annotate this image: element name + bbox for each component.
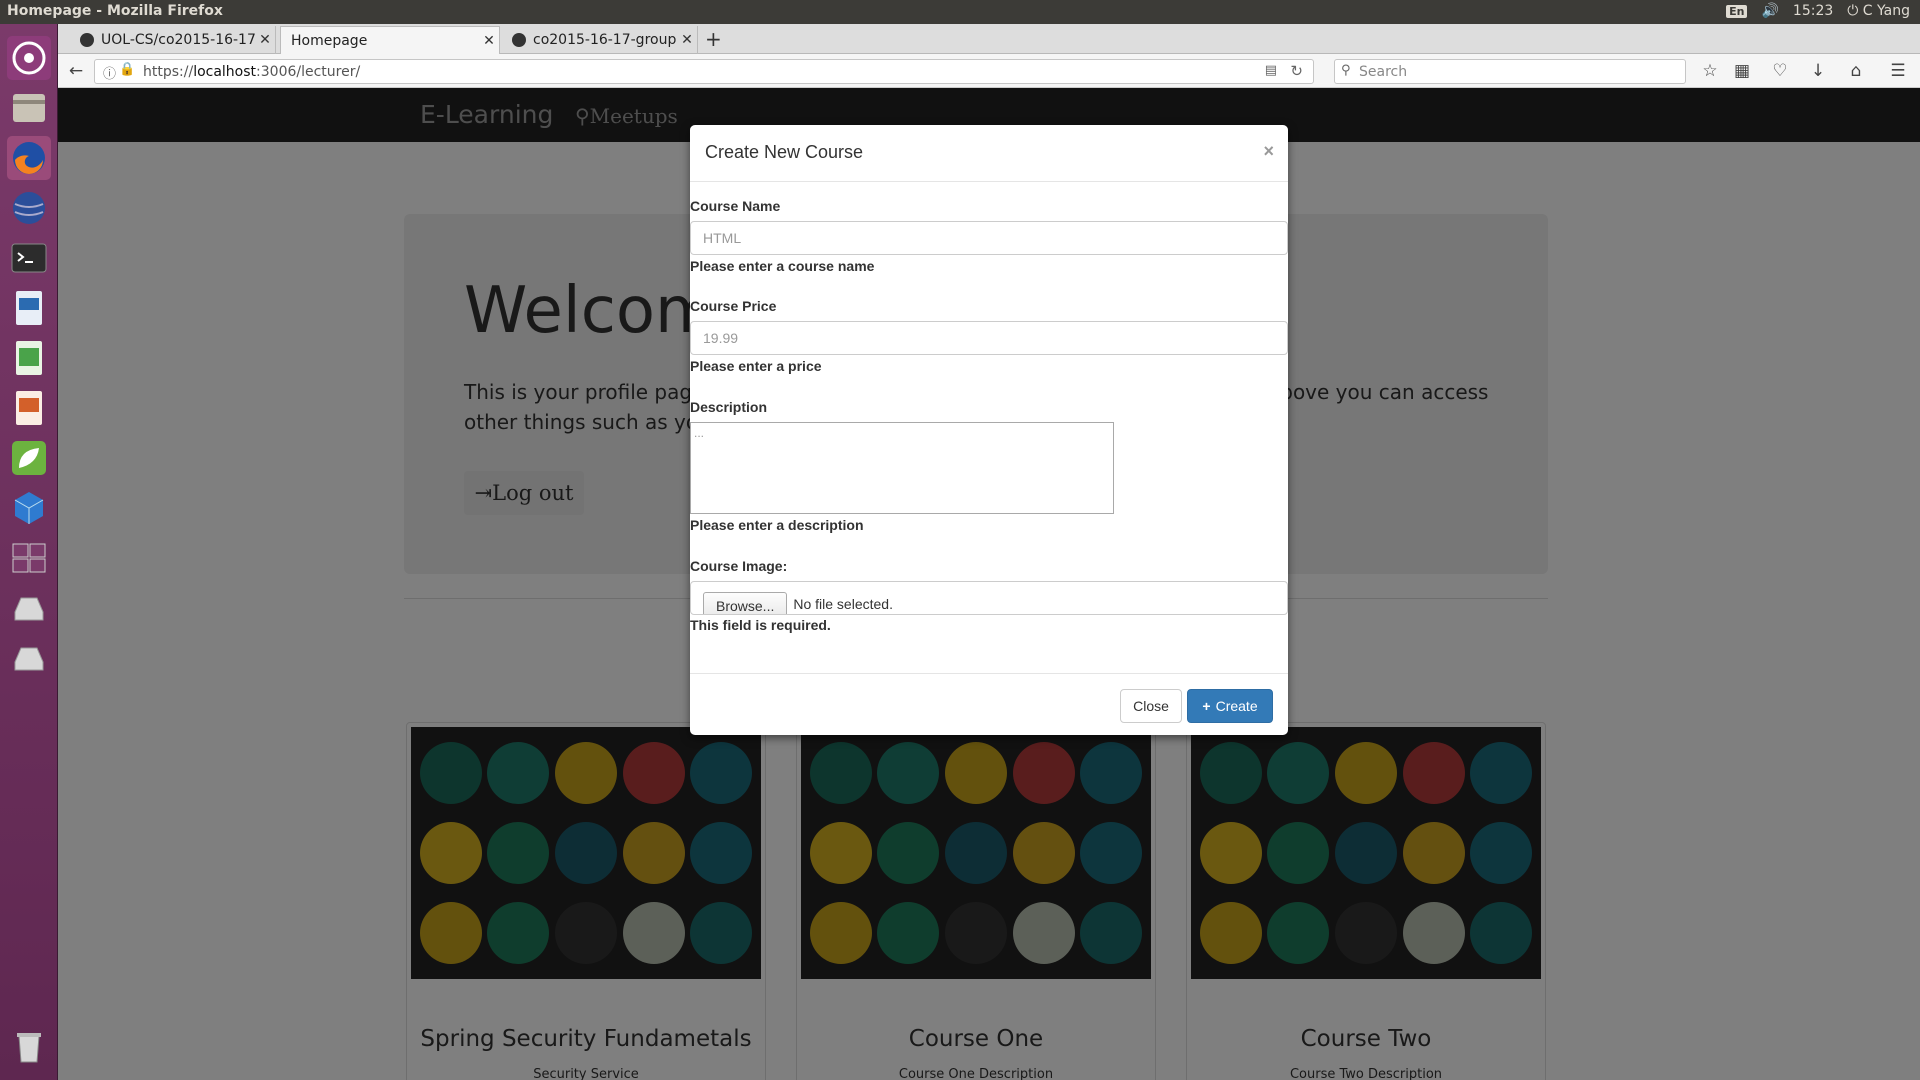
drive-icon[interactable]: [7, 586, 51, 630]
window-title: Homepage - Mozilla Firefox: [7, 3, 223, 19]
github-icon: [512, 33, 526, 47]
bookmarks-menu-icon[interactable]: ▦: [1730, 59, 1754, 83]
pocket-icon[interactable]: ♡: [1768, 59, 1792, 83]
virtualbox-icon[interactable]: [7, 486, 51, 530]
bookmark-star-icon[interactable]: ☆: [1698, 59, 1722, 83]
course-name-input[interactable]: HTML: [690, 221, 1288, 255]
description-hint: Please enter a description: [690, 517, 864, 533]
url-text[interactable]: https://localhost:3006/lecturer/: [143, 64, 360, 80]
drive-icon-2[interactable]: [7, 636, 51, 680]
ubuntu-dash-icon[interactable]: [7, 36, 51, 80]
course-image-hint: This field is required.: [690, 617, 831, 633]
tab-label: Homepage: [291, 32, 368, 49]
keyboard-indicator[interactable]: En: [1726, 4, 1748, 18]
create-course-modal: Create New Course × Course Name HTML Ple…: [690, 125, 1288, 735]
system-settings-icon[interactable]: [7, 186, 51, 230]
tab-label: co2015-16-17-group-10: [533, 32, 677, 48]
course-image-label: Course Image:: [690, 558, 788, 574]
create-label: Create: [1215, 698, 1258, 714]
os-top-bar: Homepage - Mozilla Firefox En 🔊 15:23 ⏻ …: [0, 0, 1920, 24]
spring-tool-suite-icon[interactable]: [7, 436, 51, 480]
new-tab-button[interactable]: +: [705, 27, 722, 51]
hamburger-menu-icon[interactable]: ☰: [1886, 59, 1910, 83]
no-file-text: No file selected.: [793, 596, 893, 612]
github-icon: [80, 33, 94, 47]
url-prefix: https://: [143, 63, 194, 80]
firefox-icon[interactable]: [7, 136, 51, 180]
course-price-placeholder: 19.99: [703, 330, 739, 346]
user-menu[interactable]: ⏻ C Yang: [1847, 3, 1910, 19]
downloads-icon[interactable]: ↓: [1806, 59, 1830, 83]
url-host: localhost: [193, 63, 257, 80]
close-tab-icon[interactable]: ✕: [677, 32, 697, 48]
close-icon[interactable]: ×: [1263, 141, 1274, 162]
url-path: :3006/lecturer/: [256, 63, 361, 80]
trash-icon[interactable]: [7, 1024, 51, 1068]
calc-icon[interactable]: [7, 336, 51, 380]
browse-button[interactable]: Browse...: [703, 592, 788, 614]
clock[interactable]: 15:23: [1793, 3, 1833, 19]
modal-header: Create New Course ×: [690, 125, 1288, 182]
course-price-input[interactable]: 19.99: [690, 321, 1288, 355]
description-label: Description: [690, 399, 768, 415]
home-icon[interactable]: ⌂: [1844, 59, 1868, 83]
firefox-window: UOL-CS/co2015-16-17-group-10 ✕ Homepage …: [58, 24, 1920, 1080]
modal-title: Create New Course: [705, 142, 864, 162]
tab-github-group[interactable]: co2015-16-17-group-10 ✕: [502, 26, 698, 54]
reload-icon[interactable]: ↻: [1290, 62, 1303, 80]
course-name-hint: Please enter a course name: [690, 258, 875, 274]
search-bar[interactable]: ⚲ Search: [1334, 59, 1686, 84]
close-tab-icon[interactable]: ✕: [255, 32, 275, 48]
search-icon: ⚲: [1341, 63, 1351, 78]
page-content: E-Learning ⚲Meetups Welcome This is your…: [58, 88, 1920, 1080]
navigation-toolbar: ← ⓘ 🔒 https://localhost:3006/lecturer/ ▤…: [58, 54, 1920, 88]
tab-bar: UOL-CS/co2015-16-17-group-10 ✕ Homepage …: [58, 24, 1920, 54]
course-name-label: Course Name: [690, 198, 781, 214]
modal-footer-divider: [690, 673, 1288, 674]
impress-icon[interactable]: [7, 386, 51, 430]
tab-github-repo[interactable]: UOL-CS/co2015-16-17-group-10 ✕: [70, 26, 276, 54]
plus-icon: +: [1202, 698, 1211, 714]
info-icon[interactable]: ⓘ: [103, 63, 116, 82]
description-placeholder: ...: [694, 426, 705, 440]
create-button[interactable]: + Create: [1187, 689, 1273, 723]
course-price-hint: Please enter a price: [690, 358, 822, 374]
writer-icon[interactable]: [7, 286, 51, 330]
user-name: C Yang: [1862, 3, 1910, 19]
search-placeholder: Search: [1359, 63, 1408, 80]
close-button[interactable]: Close: [1120, 689, 1182, 723]
url-bar[interactable]: ⓘ 🔒 https://localhost:3006/lecturer/ ▤ ↻: [94, 59, 1314, 84]
course-name-placeholder: HTML: [703, 230, 742, 246]
course-price-label: Course Price: [690, 298, 777, 314]
course-image-file-input[interactable]: Browse... No file selected.: [690, 581, 1288, 615]
reader-view-icon[interactable]: ▤: [1265, 63, 1277, 78]
lock-warning-icon[interactable]: 🔒: [119, 62, 135, 77]
close-tab-icon[interactable]: ✕: [479, 33, 499, 49]
workspace-switcher-icon[interactable]: [7, 536, 51, 580]
description-textarea[interactable]: ...: [690, 422, 1114, 514]
tab-label: UOL-CS/co2015-16-17-group-10: [101, 32, 255, 48]
unity-launcher: [0, 24, 58, 1080]
tab-homepage[interactable]: Homepage ✕: [280, 26, 500, 54]
volume-icon[interactable]: 🔊: [1761, 3, 1778, 19]
power-icon: ⏻: [1847, 3, 1863, 19]
files-icon[interactable]: [7, 86, 51, 130]
terminal-icon[interactable]: [7, 236, 51, 280]
back-button[interactable]: ←: [64, 59, 88, 83]
